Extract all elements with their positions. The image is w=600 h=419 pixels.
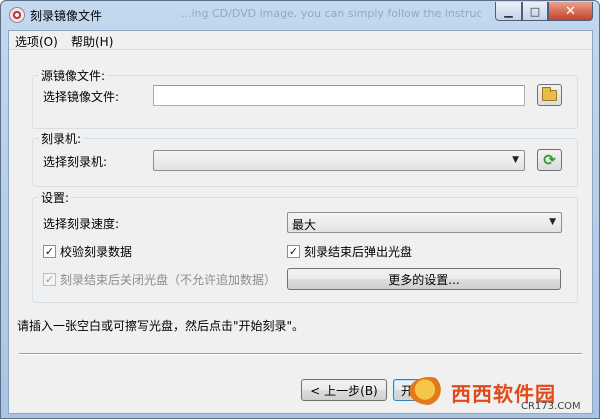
browse-button[interactable] [537,84,562,106]
image-file-input[interactable] [153,85,525,106]
maximize-icon: □ [529,4,541,18]
watermark-logo: 西西软件园 CR173.COM [401,375,591,415]
title-bar[interactable]: 刻录镜像文件 ...ing CD/DVD image, you can simp… [1,1,599,31]
image-file-label: 选择镜像文件: [43,90,120,104]
menu-options[interactable]: 选项(O) [15,33,58,50]
chevron-down-icon: ▼ [512,155,519,165]
divider [19,353,582,355]
watermark-emblem [409,377,449,405]
burner-group-title: 刻录机: [39,130,84,147]
app-window: 刻录镜像文件 ...ing CD/DVD image, you can simp… [0,0,600,419]
speed-select[interactable]: 最大 ▼ [287,212,562,233]
close-disc-checkbox: ✓ 刻录结束后关闭光盘（不允许追加数据） [43,273,277,287]
watermark-url: CR173.COM [521,401,581,412]
folder-icon [542,86,557,101]
refresh-icon: ⟳ [543,150,556,169]
title-background-text: ...ing CD/DVD image, you can simply foll… [181,7,481,20]
speed-label: 选择刻录速度: [43,217,120,231]
menu-bar: 选项(O) 帮助(H) [9,31,592,50]
disc-icon [9,7,25,23]
maximize-button[interactable]: □ [522,2,548,21]
refresh-button[interactable]: ⟳ [537,149,562,171]
source-group-title: 源镜像文件: [39,67,108,84]
settings-group-title: 设置: [39,189,72,206]
minimize-icon: ▁ [504,4,513,18]
burner-label: 选择刻录机: [43,155,108,169]
eject-checkbox[interactable]: ✓ 刻录结束后弹出光盘 [287,243,412,260]
checkmark-icon: ✓ [43,273,56,286]
window-title: 刻录镜像文件 [30,9,103,23]
more-settings-button[interactable]: 更多的设置... [287,268,561,290]
instruction-text: 请插入一张空白或可擦写光盘，然后点击"开始刻录"。 [17,319,305,333]
checkmark-icon: ✓ [287,245,300,258]
verify-checkbox[interactable]: ✓ 校验刻录数据 [43,243,132,260]
menu-help[interactable]: 帮助(H) [71,33,113,50]
back-button[interactable]: < 上一步(B) [301,379,387,401]
close-icon: ✕ [565,3,576,19]
checkmark-icon: ✓ [43,245,56,258]
close-button[interactable]: ✕ [548,2,593,21]
dialog-body: 选项(O) 帮助(H) 源镜像文件: 选择镜像文件: 刻录机: 选择刻录机: ▼… [8,30,593,414]
minimize-button[interactable]: ▁ [495,2,522,21]
burner-select[interactable]: ▼ [153,150,525,171]
chevron-down-icon: ▼ [549,217,556,227]
